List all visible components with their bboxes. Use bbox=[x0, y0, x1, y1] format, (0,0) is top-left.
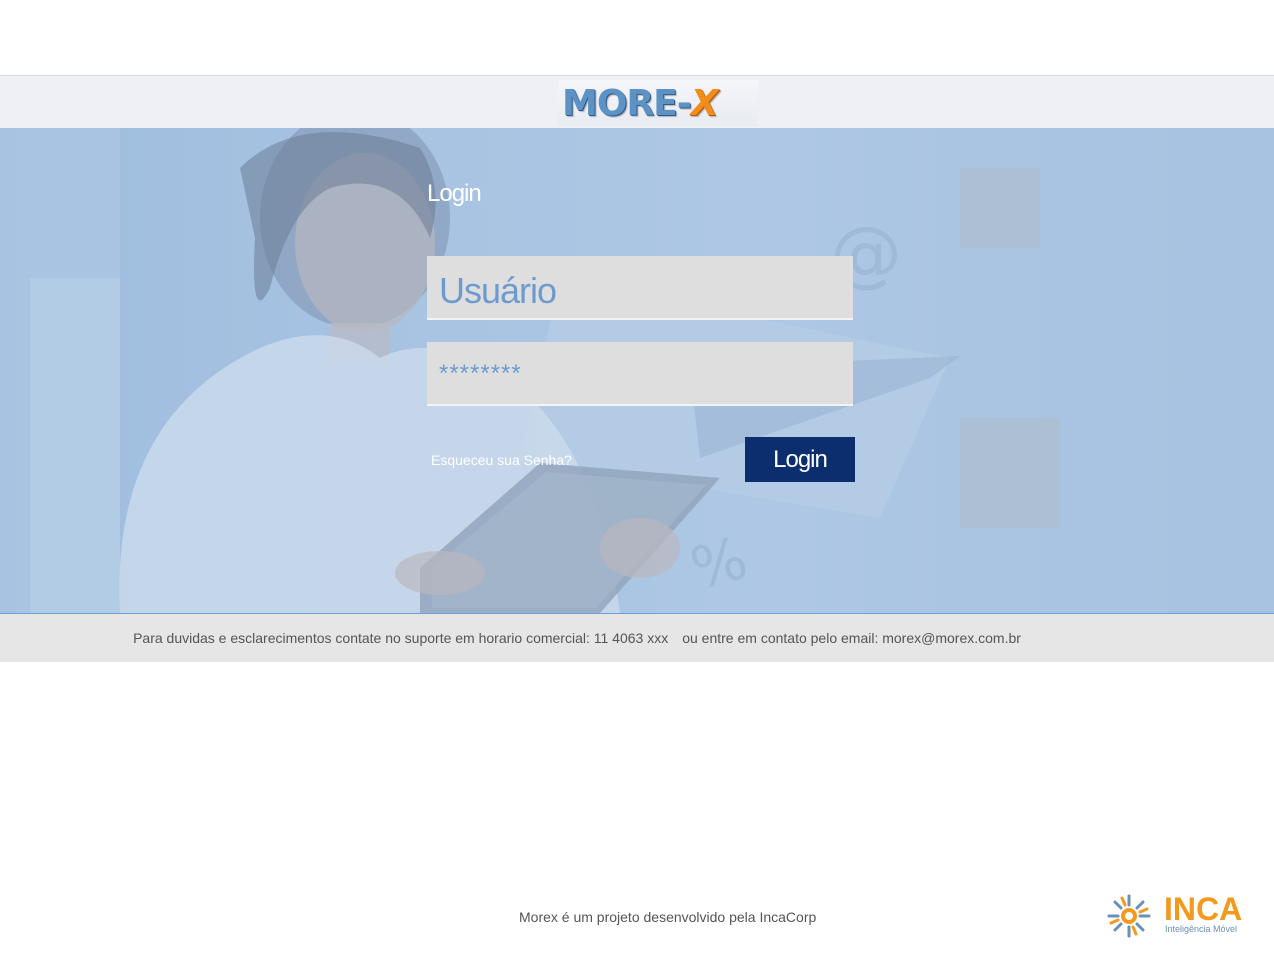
password-masked-value: ******** bbox=[439, 360, 522, 387]
password-field[interactable]: ******** bbox=[427, 342, 853, 406]
login-button-label: Login bbox=[773, 445, 828, 473]
hero-banner: @ % Login Usuário ******** Esqueceu sua … bbox=[0, 128, 1274, 614]
logo-main-text: MORE bbox=[562, 83, 678, 124]
logo-separator: - bbox=[676, 83, 692, 124]
header-bar: MORE-X bbox=[0, 75, 1274, 129]
inca-sun-icon bbox=[1107, 894, 1151, 938]
login-page: MORE-X @ % Login Usuário ******** Esquec… bbox=[0, 0, 1274, 962]
inca-tagline: Inteligência Móvel bbox=[1165, 924, 1238, 934]
logo-wordmark: MORE-X bbox=[562, 83, 719, 124]
inca-logo: INCA Inteligência Móvel bbox=[1106, 891, 1246, 939]
logo-accent-text: X bbox=[690, 83, 719, 124]
username-placeholder: Usuário bbox=[439, 270, 557, 311]
username-field[interactable]: Usuário bbox=[427, 256, 853, 320]
login-title: Login bbox=[427, 180, 482, 207]
footer-credit: Morex é um projeto desenvolvido pela Inc… bbox=[519, 909, 817, 925]
support-phone-text: Para duvidas e esclarecimentos contate n… bbox=[133, 630, 669, 646]
morex-logo: MORE-X bbox=[558, 80, 758, 126]
support-email-text: ou entre em contato pelo email: morex@mo… bbox=[682, 630, 1021, 646]
support-bar: Para duvidas e esclarecimentos contate n… bbox=[0, 614, 1274, 662]
forgot-password-link[interactable]: Esqueceu sua Senha? bbox=[431, 452, 572, 468]
inca-wordmark: INCA bbox=[1164, 891, 1243, 927]
login-button[interactable]: Login bbox=[745, 437, 855, 482]
